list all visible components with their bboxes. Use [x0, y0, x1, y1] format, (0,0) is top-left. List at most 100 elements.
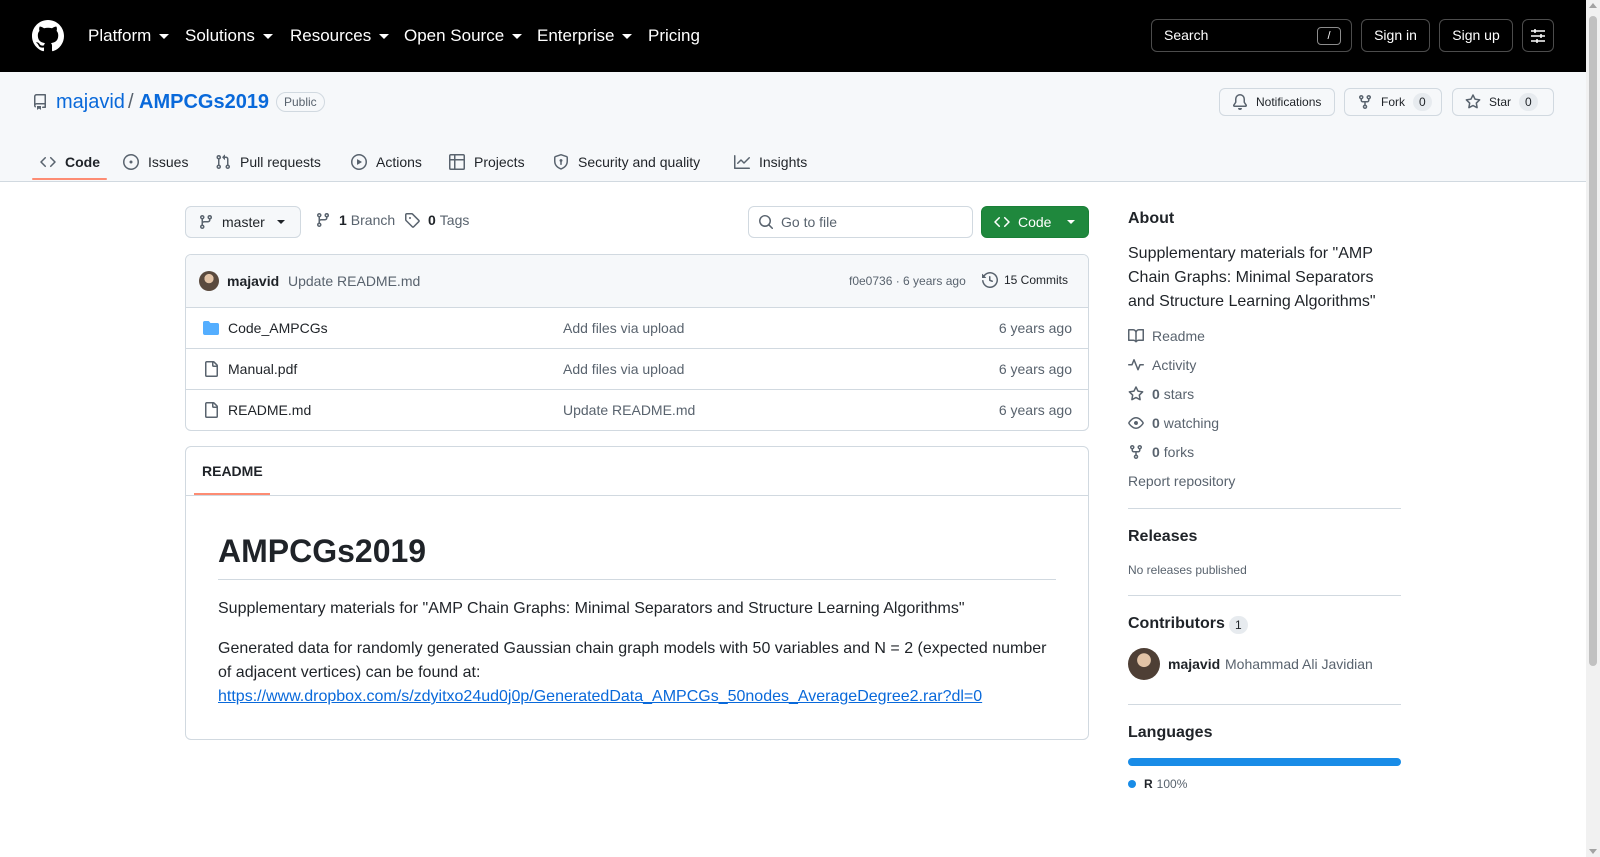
notifications-label: Notifications: [1256, 95, 1322, 109]
page-scrollbar[interactable]: [1586, 0, 1600, 857]
scrollbar-thumb[interactable]: [1589, 16, 1597, 666]
language-bar: [1128, 758, 1401, 766]
commits-link[interactable]: 15 Commits: [982, 272, 1068, 288]
branch-select-button[interactable]: master: [185, 206, 301, 238]
star-icon: [1465, 94, 1481, 109]
tab-pull-requests[interactable]: Pull requests: [215, 142, 321, 182]
branches-link[interactable]: 1 Branch: [315, 212, 395, 228]
table-row[interactable]: Manual.pdf Add files via upload 6 years …: [186, 349, 1088, 390]
search-button[interactable]: Search /: [1151, 19, 1352, 52]
star-button[interactable]: Star 0: [1452, 88, 1554, 116]
contributors-heading[interactable]: Contributors: [1128, 615, 1225, 633]
active-tab-indicator: [32, 178, 107, 180]
file-icon: [205, 402, 218, 418]
tab-actions[interactable]: Actions: [351, 142, 422, 182]
tab-projects-label: Projects: [474, 154, 525, 170]
language-name: R: [1144, 777, 1153, 791]
file-age: 6 years ago: [998, 320, 1072, 336]
activity-label: Activity: [1152, 357, 1197, 373]
tab-issues[interactable]: Issues: [123, 142, 188, 182]
table-row[interactable]: Code_AMPCGs Add files via upload 6 years…: [186, 308, 1088, 349]
tags-link[interactable]: 0 Tags: [404, 212, 469, 228]
file-name-link[interactable]: Manual.pdf: [228, 361, 297, 377]
nav-resources-label: Resources: [290, 26, 372, 45]
git-branch-icon: [316, 213, 329, 228]
folder-icon: [203, 321, 219, 335]
contributor-name: Mohammad Ali Javidian: [1225, 656, 1373, 672]
latest-commit-row: majavid Update README.md f0e0736 · 6 yea…: [186, 255, 1088, 308]
tab-code[interactable]: Code: [40, 142, 100, 182]
commit-author-link[interactable]: majavid: [227, 273, 279, 289]
notifications-button[interactable]: Notifications: [1219, 88, 1335, 116]
chevron-down-icon: [512, 33, 523, 39]
nav-resources[interactable]: Resources: [290, 24, 390, 48]
scroll-up-arrow-icon[interactable]: [1589, 3, 1597, 8]
nav-solutions-label: Solutions: [185, 26, 255, 45]
code-button[interactable]: Code: [981, 206, 1089, 238]
go-to-file-input[interactable]: Go to file: [748, 206, 973, 238]
repo-owner-link[interactable]: majavid: [56, 90, 125, 114]
fork-button[interactable]: Fork 0: [1344, 88, 1442, 116]
sliders-icon: [1531, 29, 1545, 43]
tab-insights[interactable]: Insights: [734, 142, 807, 182]
contributors-count-badge: 1: [1229, 616, 1248, 634]
watching-label: watching: [1163, 415, 1220, 431]
code-icon: [40, 156, 56, 168]
fork-count: 0: [1413, 93, 1432, 111]
commit-hash-age[interactable]: f0e0736 · 6 years ago: [849, 274, 966, 288]
repo-forked-icon: [1359, 95, 1371, 110]
nav-pricing[interactable]: Pricing: [648, 24, 700, 48]
file-table: majavid Update README.md f0e0736 · 6 yea…: [185, 254, 1089, 431]
commit-message-link[interactable]: Update README.md: [288, 273, 420, 289]
scroll-down-arrow-icon[interactable]: [1589, 849, 1597, 854]
nav-open-source[interactable]: Open Source: [404, 24, 523, 48]
chevron-down-icon: [379, 33, 390, 39]
repo-path-separator: /: [128, 91, 134, 113]
report-repository-link[interactable]: Report repository: [1128, 471, 1235, 491]
language-item-r[interactable]: R 100%: [1128, 777, 1187, 791]
sign-up-button[interactable]: Sign up: [1439, 19, 1513, 52]
star-icon: [1128, 386, 1144, 401]
file-name-link[interactable]: Code_AMPCGs: [228, 320, 328, 336]
file-commit-message[interactable]: Add files via upload: [563, 361, 684, 377]
settings-menu-button[interactable]: [1522, 19, 1554, 52]
tab-issues-label: Issues: [148, 154, 189, 170]
releases-heading[interactable]: Releases: [1128, 528, 1197, 546]
star-label: Star: [1489, 95, 1512, 109]
tab-actions-label: Actions: [376, 154, 422, 170]
watching-link[interactable]: 0 watching: [1128, 413, 1219, 433]
avatar[interactable]: [1128, 648, 1160, 680]
tab-security[interactable]: Security and quality: [553, 142, 700, 182]
code-icon: [994, 216, 1010, 228]
nav-platform-label: Platform: [88, 26, 152, 45]
contributor-login[interactable]: majavid: [1168, 656, 1220, 672]
github-mark-icon[interactable]: [32, 20, 64, 52]
avatar[interactable]: [199, 271, 219, 291]
nav-platform[interactable]: Platform: [88, 24, 170, 48]
git-branch-icon: [199, 215, 212, 230]
file-commit-message[interactable]: Add files via upload: [563, 320, 684, 336]
repo-icon: [33, 94, 46, 110]
activity-link[interactable]: Activity: [1128, 355, 1196, 375]
nav-enterprise-label: Enterprise: [537, 26, 615, 45]
file-commit-message[interactable]: Update README.md: [563, 402, 695, 418]
repo-name-link[interactable]: AMPCGs2019: [139, 90, 269, 114]
tab-projects[interactable]: Projects: [449, 142, 525, 182]
file-name-link[interactable]: README.md: [228, 402, 311, 418]
readme-paragraph-text: Generated data for randomly generated Ga…: [218, 640, 1047, 681]
stars-link[interactable]: 0 stars: [1128, 384, 1194, 404]
tab-readme[interactable]: README: [202, 463, 263, 479]
stars-count: 0: [1152, 386, 1160, 402]
go-to-file-placeholder: Go to file: [781, 214, 838, 230]
sign-in-button[interactable]: Sign in: [1361, 19, 1430, 52]
readme-link[interactable]: Readme: [1128, 326, 1205, 346]
branch-count: 1: [339, 212, 347, 228]
divider: [1128, 595, 1401, 596]
nav-solutions[interactable]: Solutions: [185, 24, 273, 48]
tab-insights-label: Insights: [759, 154, 808, 170]
dropbox-link[interactable]: https://www.dropbox.com/s/zdyitxo24ud0j0…: [218, 688, 982, 705]
chevron-down-icon: [1067, 220, 1076, 224]
nav-enterprise[interactable]: Enterprise: [537, 24, 633, 48]
forks-link[interactable]: 0 forks: [1128, 442, 1194, 462]
table-row[interactable]: README.md Update README.md 6 years ago: [186, 390, 1088, 430]
